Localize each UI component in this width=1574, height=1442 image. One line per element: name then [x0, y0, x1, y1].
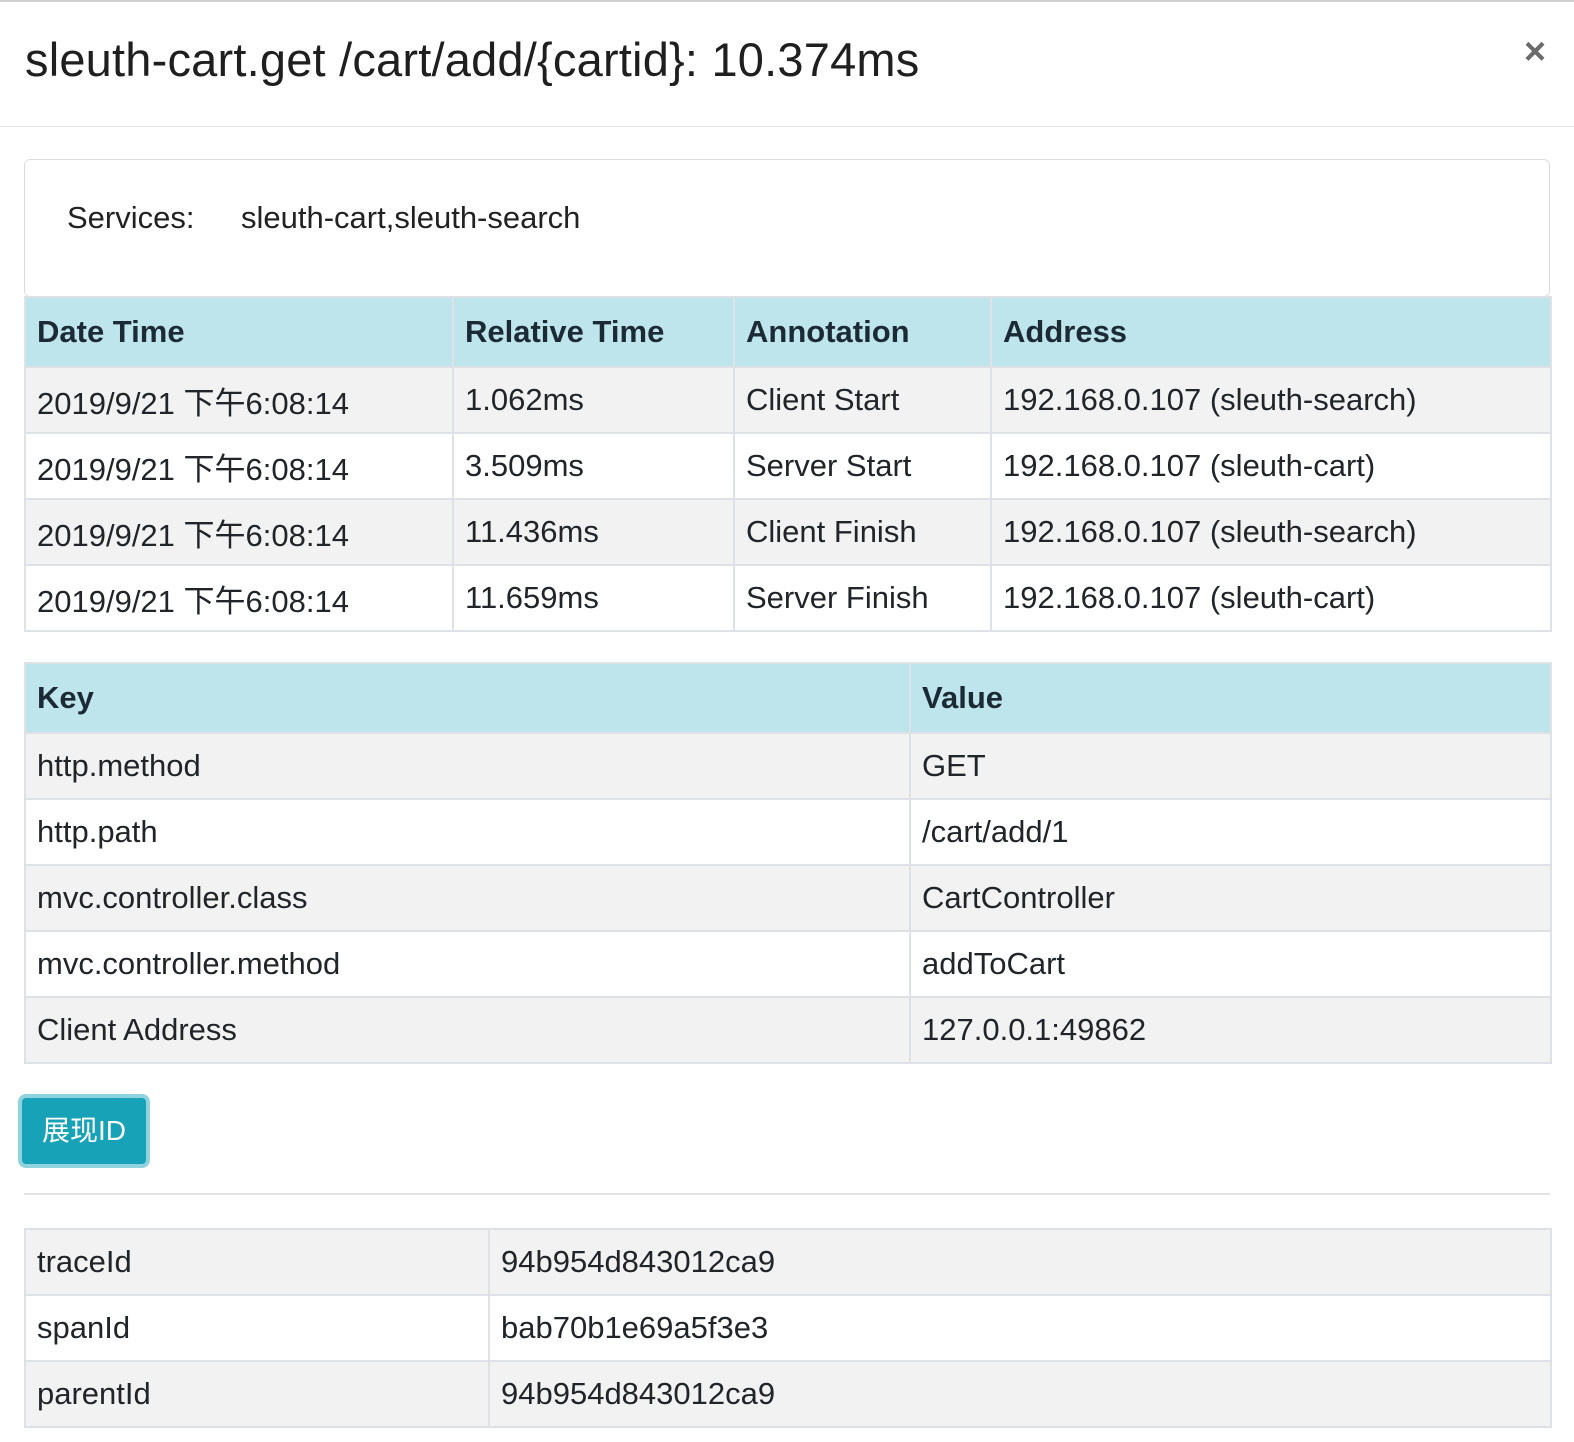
annotation-cell: Server Start — [733, 432, 992, 500]
table-row: traceId 94b954d843012ca9 — [24, 1228, 1552, 1296]
date-time-cell: 2019/9/21 下午6:08:14 — [24, 498, 454, 566]
table-row: 2019/9/21 下午6:08:14 1.062ms Client Start… — [24, 366, 1552, 434]
relative-time-cell: 1.062ms — [452, 366, 735, 434]
date-time-cell: 2019/9/21 下午6:08:14 — [24, 366, 454, 434]
id-key-cell: traceId — [24, 1228, 490, 1296]
tag-key-cell: http.path — [24, 798, 911, 866]
tag-key-cell: http.method — [24, 732, 911, 800]
tag-key-cell: mvc.controller.method — [24, 930, 911, 998]
table-row: 2019/9/21 下午6:08:14 11.659ms Server Fini… — [24, 564, 1552, 632]
relative-time-cell: 3.509ms — [452, 432, 735, 500]
services-value: sleuth-cart,sleuth-search — [241, 200, 581, 235]
column-header-value: Value — [909, 662, 1552, 734]
annotation-cell: Client Start — [733, 366, 992, 434]
table-row: mvc.controller.method addToCart — [24, 930, 1552, 998]
modal-title: sleuth-cart.get /cart/add/{cartid}: 10.3… — [25, 33, 920, 86]
ids-table: traceId 94b954d843012ca9 spanId bab70b1e… — [24, 1228, 1552, 1428]
services-panel: Services: sleuth-cart,sleuth-search — [24, 159, 1550, 297]
tag-value-cell: GET — [909, 732, 1552, 800]
id-value-cell: 94b954d843012ca9 — [488, 1228, 1552, 1296]
table-row: 2019/9/21 下午6:08:14 3.509ms Server Start… — [24, 432, 1552, 500]
table-header-row: Key Value — [24, 662, 1552, 734]
id-key-cell: parentId — [24, 1360, 490, 1428]
table-row: spanId bab70b1e69a5f3e3 — [24, 1294, 1552, 1362]
tags-table: Key Value http.method GET http.path /car… — [24, 662, 1552, 1064]
table-row: Client Address 127.0.0.1:49862 — [24, 996, 1552, 1064]
id-value-cell: 94b954d843012ca9 — [488, 1360, 1552, 1428]
id-value-cell: bab70b1e69a5f3e3 — [488, 1294, 1552, 1362]
tag-key-cell: Client Address — [24, 996, 911, 1064]
address-cell: 192.168.0.107 (sleuth-cart) — [990, 564, 1552, 632]
tag-value-cell: addToCart — [909, 930, 1552, 998]
date-time-cell: 2019/9/21 下午6:08:14 — [24, 432, 454, 500]
column-header-address: Address — [990, 296, 1552, 368]
table-row: http.path /cart/add/1 — [24, 798, 1552, 866]
modal-header: sleuth-cart.get /cart/add/{cartid}: 10.3… — [0, 4, 1574, 127]
relative-time-cell: 11.436ms — [452, 498, 735, 566]
show-id-button[interactable]: 展现ID — [18, 1094, 150, 1168]
column-header-annotation: Annotation — [733, 296, 992, 368]
column-header-key: Key — [24, 662, 911, 734]
divider — [24, 1193, 1550, 1195]
id-key-cell: spanId — [24, 1294, 490, 1362]
table-row: parentId 94b954d843012ca9 — [24, 1360, 1552, 1428]
table-row: http.method GET — [24, 732, 1552, 800]
address-cell: 192.168.0.107 (sleuth-search) — [990, 498, 1552, 566]
date-time-cell: 2019/9/21 下午6:08:14 — [24, 564, 454, 632]
address-cell: 192.168.0.107 (sleuth-search) — [990, 366, 1552, 434]
tag-key-cell: mvc.controller.class — [24, 864, 911, 932]
column-header-date-time: Date Time — [24, 296, 454, 368]
annotation-cell: Server Finish — [733, 564, 992, 632]
tag-value-cell: CartController — [909, 864, 1552, 932]
relative-time-cell: 11.659ms — [452, 564, 735, 632]
annotations-table: Date Time Relative Time Annotation Addre… — [24, 296, 1552, 632]
table-row: 2019/9/21 下午6:08:14 11.436ms Client Fini… — [24, 498, 1552, 566]
address-cell: 192.168.0.107 (sleuth-cart) — [990, 432, 1552, 500]
tag-value-cell: /cart/add/1 — [909, 798, 1552, 866]
tag-value-cell: 127.0.0.1:49862 — [909, 996, 1552, 1064]
services-label: Services: — [67, 200, 195, 235]
annotation-cell: Client Finish — [733, 498, 992, 566]
table-row: mvc.controller.class CartController — [24, 864, 1552, 932]
close-icon[interactable]: × — [1515, 30, 1555, 74]
column-header-relative-time: Relative Time — [452, 296, 735, 368]
table-header-row: Date Time Relative Time Annotation Addre… — [24, 296, 1552, 368]
